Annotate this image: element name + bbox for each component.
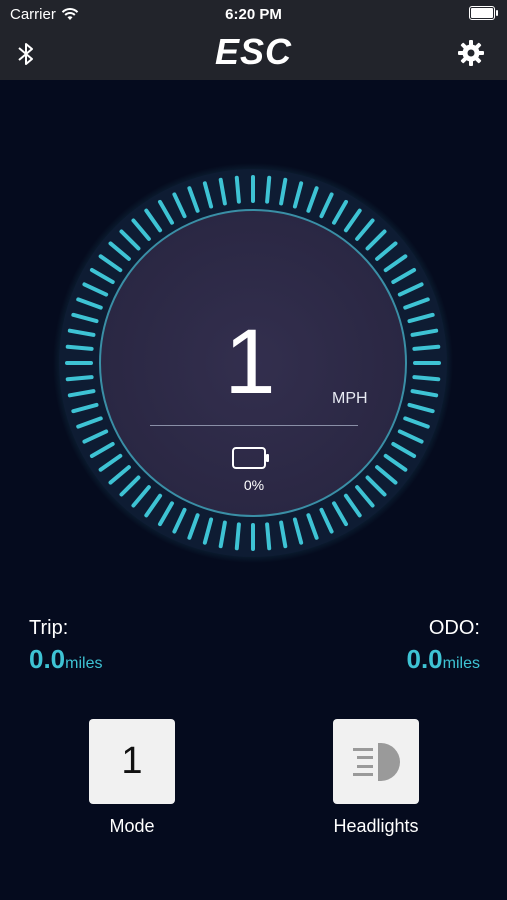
gauge-tick (412, 375, 441, 382)
status-battery-icon (469, 6, 498, 20)
battery-icon (232, 447, 269, 469)
gauge-divider (150, 425, 358, 426)
odo-value: 0.0 (406, 644, 443, 674)
gauge-tick (65, 344, 94, 351)
odo-readout: 0.0miles (407, 644, 481, 675)
gauge-tick (265, 175, 272, 204)
speed-value: 1 (224, 311, 276, 413)
mode-value: 1 (121, 740, 143, 782)
headlights-label: Headlights (333, 816, 419, 836)
trip-unit: miles (65, 655, 103, 672)
gauge-tick (234, 175, 241, 204)
headlight-icon (353, 742, 400, 781)
gauge-tick (65, 375, 94, 382)
gauge-tick (265, 522, 272, 551)
mode-button[interactable]: 1 (89, 719, 175, 804)
mode-label: Mode (109, 816, 155, 836)
odo-unit: miles (442, 655, 480, 672)
odo-label: ODO: (428, 617, 480, 639)
battery-percent: 0% (243, 477, 265, 493)
gauge-tick (234, 522, 241, 551)
app-title: ESC (214, 31, 293, 72)
trip-readout: 0.0miles (29, 644, 103, 675)
gauge-tick (412, 344, 441, 351)
headlights-button[interactable] (333, 719, 419, 804)
nav-bar: ESC (0, 28, 507, 80)
gear-icon[interactable] (457, 39, 485, 67)
speed-unit: MPH (332, 390, 368, 407)
trip-value: 0.0 (29, 644, 66, 674)
status-bar: Carrier 6:20 PM (0, 0, 507, 28)
status-time: 6:20 PM (225, 6, 282, 23)
trip-label: Trip: (29, 617, 69, 639)
